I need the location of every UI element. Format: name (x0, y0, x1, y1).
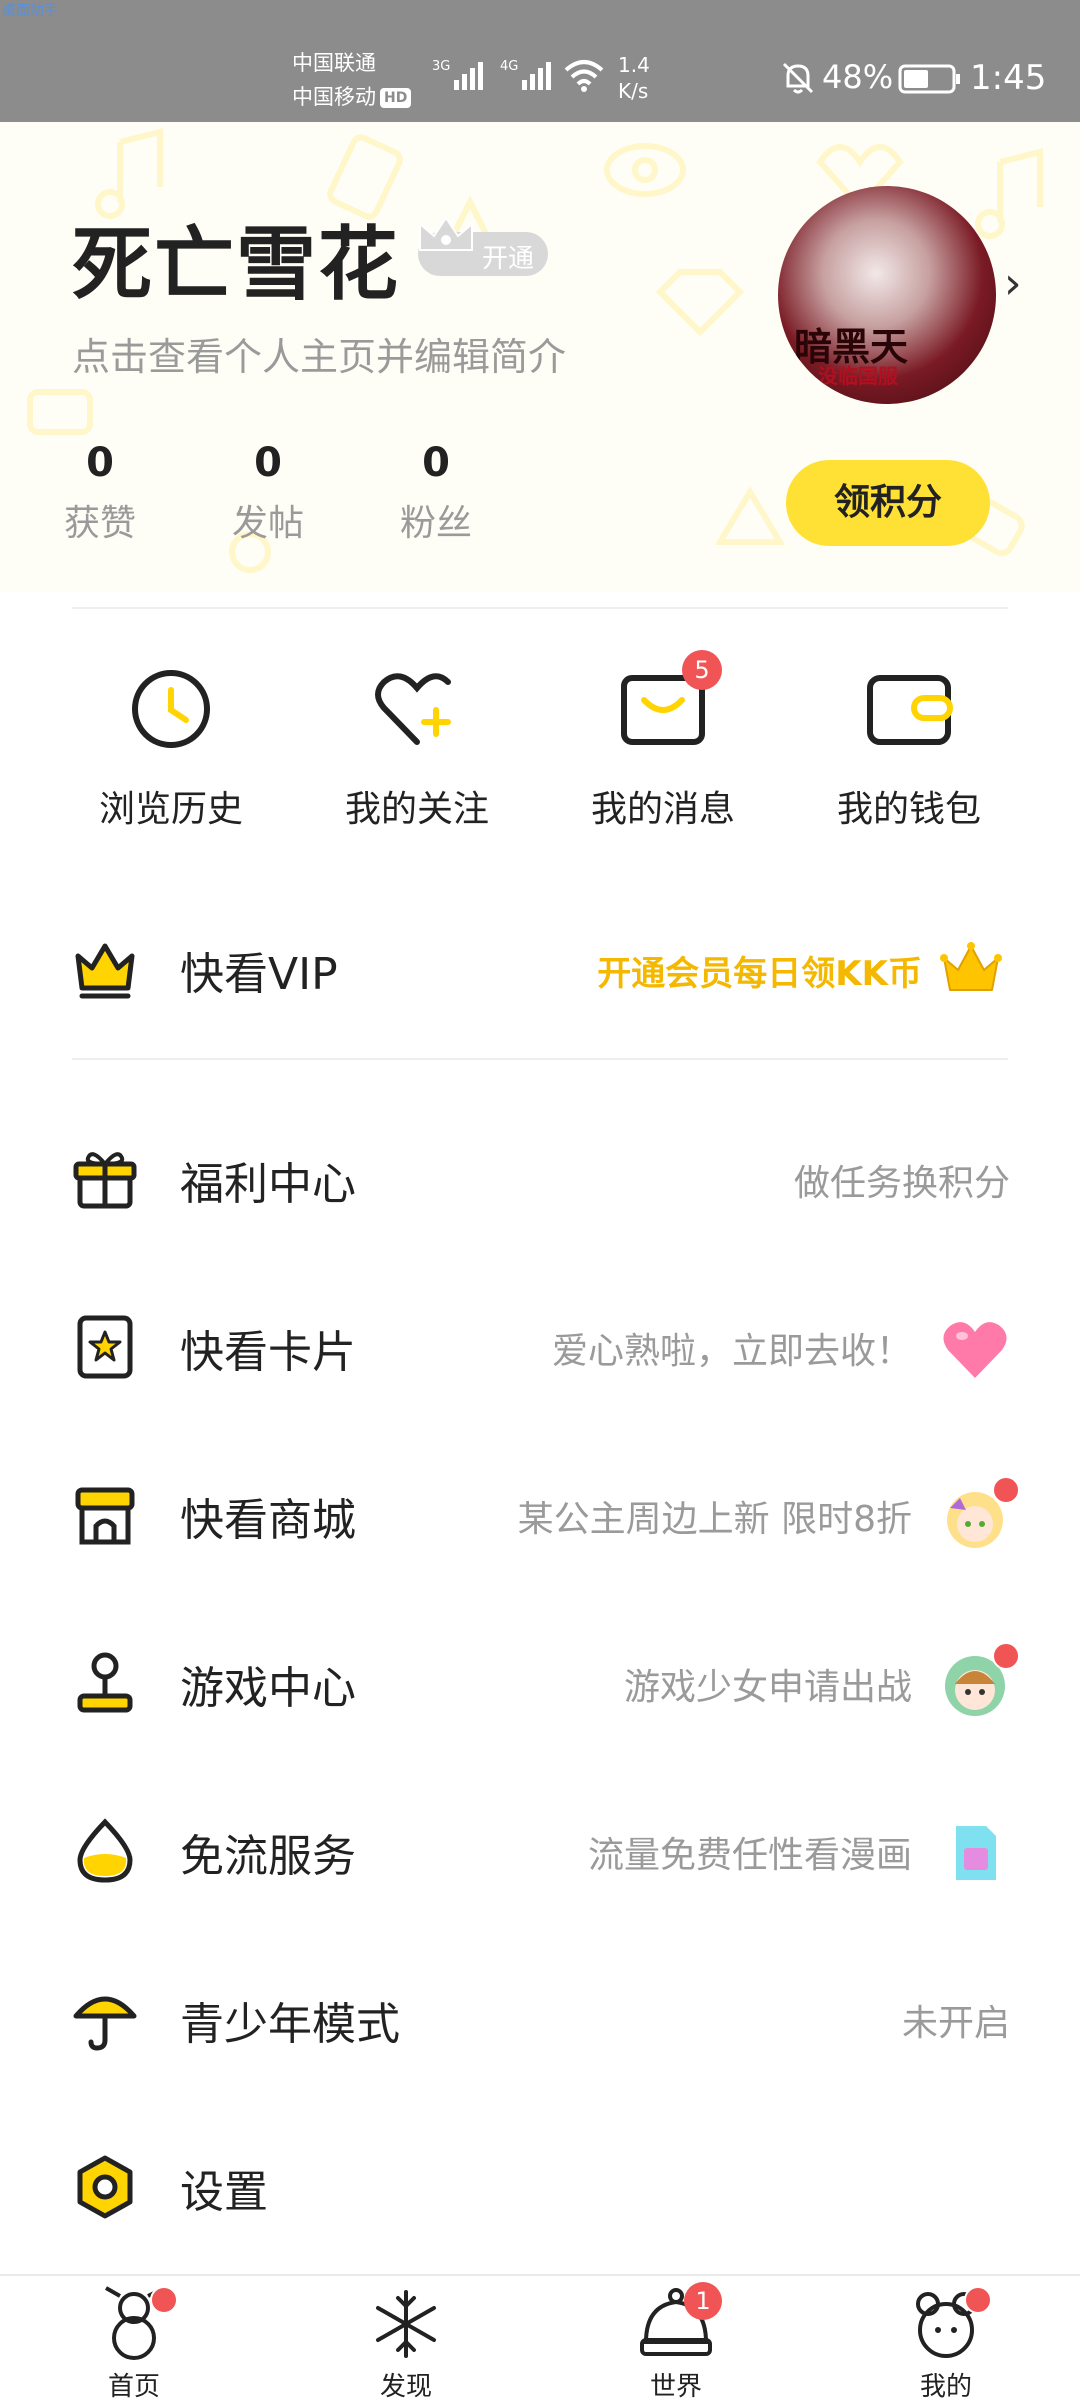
tab-discover-label: 发现 (379, 2372, 432, 2402)
signal-4g-label: 4G (500, 59, 518, 74)
signal-3g-label: 3G (432, 59, 450, 74)
vip-open-label: 开通 (482, 244, 535, 274)
menu-row-shop-hint: 某公主周边上新 限时8折 (517, 1499, 912, 1540)
carrier-info: 中国联通 中国移动 HD (292, 46, 412, 114)
umbrella-icon (73, 1996, 137, 2051)
joystick-icon (77, 1652, 133, 1713)
tab-world-label: 世界 (649, 2372, 702, 2402)
quick-action-wallet[interactable]: 我的钱包 (784, 664, 1034, 832)
avatar[interactable]: 暗黑天 没临国服 (778, 186, 996, 404)
menu-row-teen-mode[interactable]: 青少年模式 未开启 (0, 1964, 1080, 2074)
crown-icon (419, 216, 473, 251)
gift-icon (73, 1152, 137, 1209)
menu-row-free-data[interactable]: 免流服务 流量免费任性看漫画 (0, 1796, 1080, 1906)
vip-open-pill[interactable]: 开通 (418, 216, 548, 276)
gear-icon (77, 2155, 133, 2219)
tab-discover[interactable]: 发现 (316, 2286, 496, 2403)
menu-row-welfare-title: 福利中心 (180, 1159, 356, 1210)
quick-action-history-label: 浏览历史 (98, 789, 243, 830)
stat-posts-value: 0 (254, 440, 282, 486)
claim-points-button[interactable]: 领积分 (786, 460, 990, 546)
tab-home-label: 首页 (107, 2372, 160, 2402)
sim-card-icon (956, 1826, 996, 1880)
username[interactable]: 死亡雪花 (72, 200, 400, 316)
gold-crown-icon (940, 942, 1002, 991)
quick-action-following[interactable]: 我的关注 (292, 664, 542, 832)
menu-row-cards[interactable]: 快看卡片 爱心熟啦，立即去收！ (0, 1292, 1080, 1402)
tab-mine-label: 我的 (919, 2372, 972, 2402)
wifi-icon (564, 60, 604, 92)
tab-mine[interactable]: 我的 (856, 2286, 1036, 2403)
menu-row-welfare[interactable]: 福利中心 做任务换积分 (0, 1124, 1080, 1234)
battery-percent: 48% (822, 58, 894, 96)
vip-row-hint: 开通会员每日领KK币 (597, 954, 922, 994)
net-speed: 1.4 K/s (618, 52, 650, 104)
menu-row-games-title: 游戏中心 (180, 1663, 356, 1714)
divider (72, 607, 1008, 609)
stat-fans-label: 粉丝 (399, 503, 472, 544)
battery-icon (898, 64, 960, 94)
shop-icon (75, 1487, 135, 1545)
pink-heart-icon (943, 1322, 1007, 1378)
snowflake-icon (376, 2290, 436, 2358)
status-tiny-label: 桌面助手 (2, 3, 58, 19)
net-speed-value: 1.4 (618, 53, 650, 77)
stat-likes[interactable]: 0 获赞 (50, 440, 150, 546)
menu-row-welfare-hint: 做任务换积分 (793, 1163, 1010, 1204)
menu-row-shop-title: 快看商城 (180, 1495, 356, 1546)
vip-row[interactable]: 快看VIP 开通会员每日领KK币 (0, 914, 1080, 1024)
net-speed-unit: K/s (618, 79, 649, 103)
tab-world[interactable]: 1 世界 (586, 2282, 766, 2403)
vip-row-title: 快看VIP (180, 949, 338, 1000)
menu-row-free-data-title: 免流服务 (180, 1831, 356, 1882)
mute-bell-icon (782, 62, 814, 94)
games-new-dot (992, 1642, 1020, 1670)
quick-action-messages-label: 我的消息 (590, 789, 735, 830)
menu-row-teen-mode-hint: 未开启 (901, 2003, 1010, 2044)
hd-badge: HD (380, 88, 412, 108)
bottom-nav: 首页 发现 1 世界 我的 (0, 2274, 1080, 2402)
signal-4g-icon: 4G (500, 59, 551, 90)
status-bar: 桌面助手 中国联通 中国移动 HD 3G 4G 1.4 K/s 48% 1:45 (0, 0, 1080, 122)
quick-action-wallet-label: 我的钱包 (836, 789, 981, 830)
stat-fans-value: 0 (422, 440, 450, 486)
menu-row-games-hint: 游戏少女申请出战 (623, 1667, 912, 1708)
tab-home[interactable]: 首页 (44, 2286, 224, 2403)
quick-action-following-label: 我的关注 (344, 789, 489, 830)
quick-action-messages[interactable]: 5 我的消息 (538, 650, 788, 832)
droplet-icon (77, 1818, 133, 1883)
stat-fans[interactable]: 0 粉丝 (386, 440, 486, 546)
mine-dot (964, 2286, 992, 2314)
edit-profile-hint[interactable]: 点击查看个人主页并编辑简介 (72, 326, 566, 381)
menu-row-free-data-hint: 流量免费任性看漫画 (587, 1835, 912, 1876)
heart-plus-icon (375, 673, 451, 745)
chevron-right-icon[interactable]: › (1004, 258, 1022, 309)
menu-row-teen-mode-title: 青少年模式 (180, 1999, 400, 2050)
stat-posts[interactable]: 0 发帖 (218, 440, 318, 546)
wallet-icon (867, 675, 953, 745)
clock-icon (132, 670, 210, 748)
avatar-subtext: 没临国服 (818, 364, 898, 388)
menu-row-cards-title: 快看卡片 (180, 1327, 356, 1378)
menu-row-cards-hint: 爱心熟啦，立即去收！ (551, 1331, 912, 1372)
carrier-2: 中国移动 (292, 85, 376, 109)
world-badge: 1 (684, 2282, 722, 2320)
divider (72, 1058, 1008, 1060)
signal-3g-icon: 3G (432, 59, 483, 90)
menu-row-shop[interactable]: 快看商城 某公主周边上新 限时8折 (0, 1460, 1080, 1570)
stat-likes-label: 获赞 (63, 503, 136, 544)
carrier-1: 中国联通 (292, 51, 376, 75)
menu-row-settings[interactable]: 设置 (0, 2132, 1080, 2242)
card-star-icon (77, 1315, 133, 1379)
menu-row-settings-title: 设置 (180, 2167, 268, 2218)
stat-posts-label: 发帖 (231, 503, 304, 544)
shop-new-dot (992, 1476, 1020, 1504)
quick-action-history[interactable]: 浏览历史 (46, 664, 296, 832)
home-dot (150, 2286, 178, 2314)
messages-badge: 5 (682, 650, 722, 690)
crown-icon (75, 943, 135, 999)
clock-time: 1:45 (970, 58, 1047, 98)
stat-likes-value: 0 (86, 440, 114, 486)
menu-row-games[interactable]: 游戏中心 游戏少女申请出战 (0, 1628, 1080, 1738)
